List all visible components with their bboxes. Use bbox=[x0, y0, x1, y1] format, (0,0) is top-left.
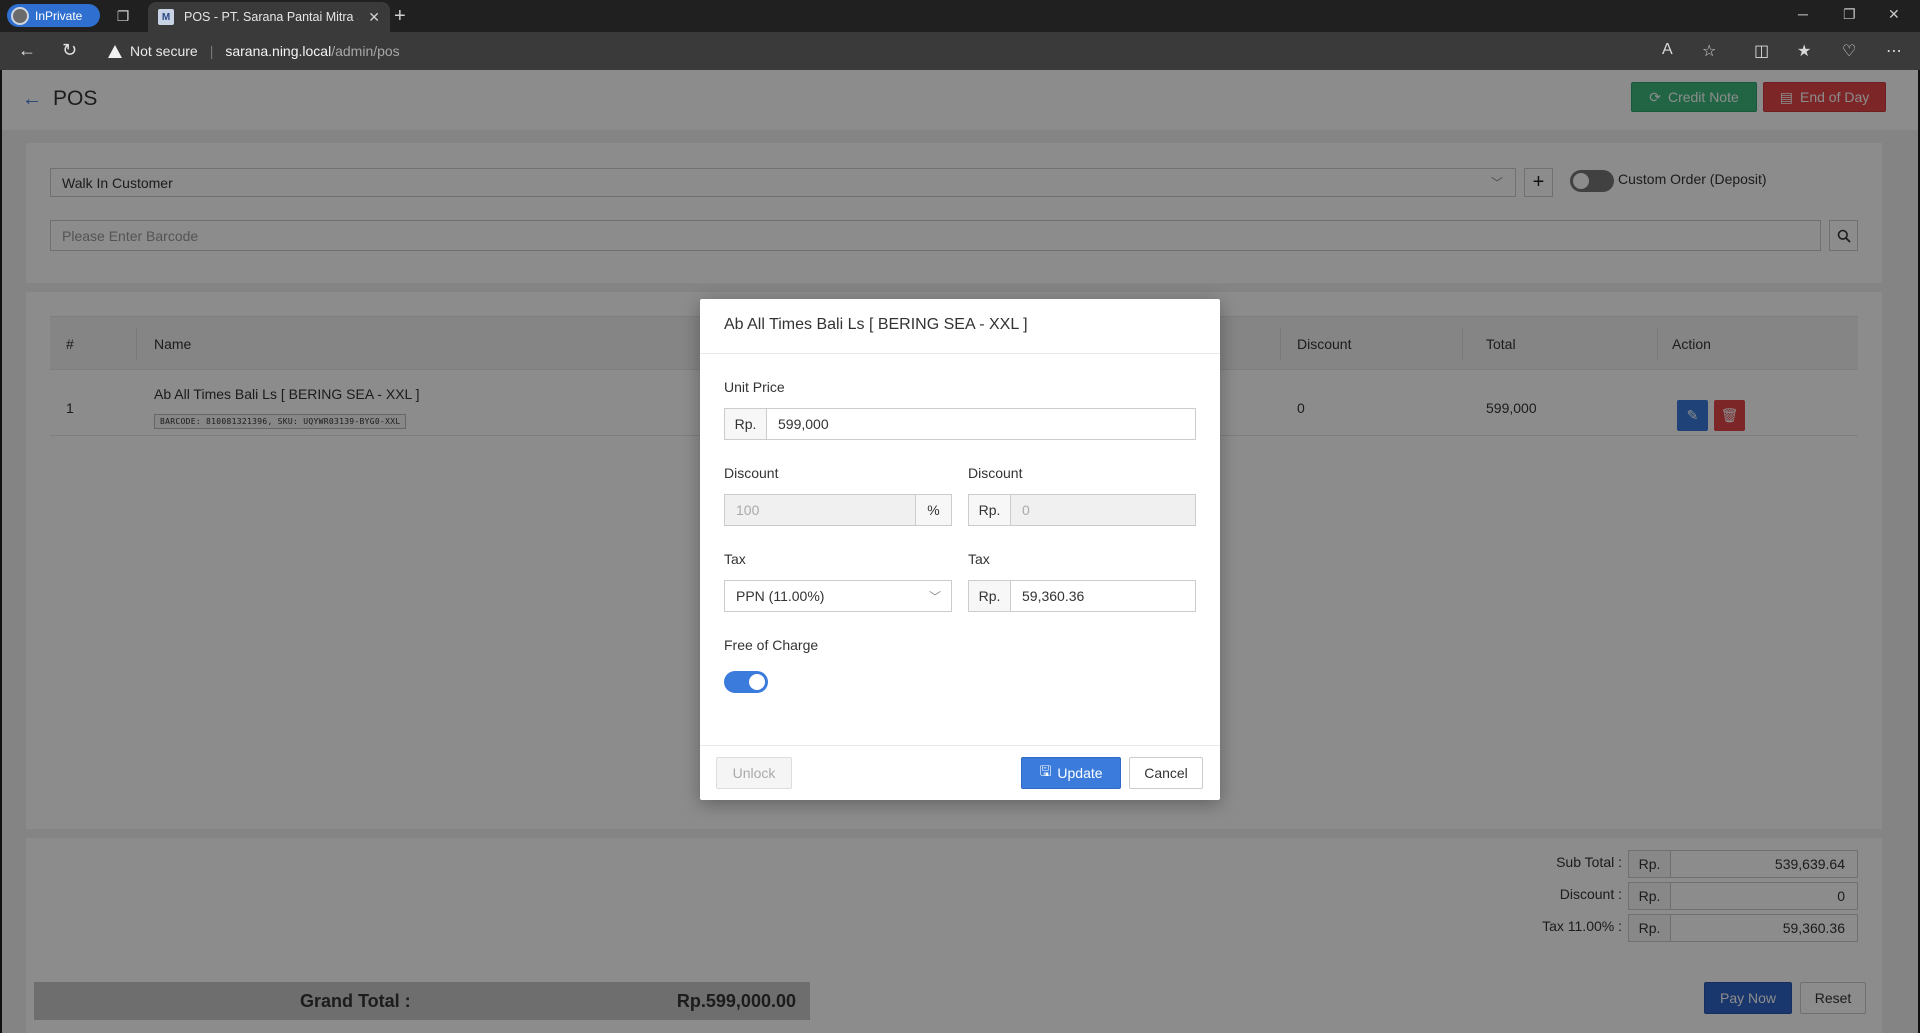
inprivate-label: InPrivate bbox=[35, 8, 83, 23]
discount-amount-group: Rp. bbox=[968, 494, 1196, 526]
read-aloud-icon[interactable]: A bbox=[1662, 41, 1673, 59]
discount-percent-label: Discount bbox=[724, 465, 779, 481]
browser-essentials-icon[interactable]: ♡ bbox=[1842, 41, 1856, 61]
tab-title: POS - PT. Sarana Pantai Mitra Se bbox=[184, 10, 359, 24]
warning-icon bbox=[108, 44, 122, 58]
discount-percent-group: % bbox=[724, 494, 952, 526]
tax-amount-label: Tax bbox=[968, 551, 990, 567]
more-menu-icon[interactable]: ⋯ bbox=[1886, 41, 1902, 61]
window-close-icon[interactable]: ✕ bbox=[1888, 6, 1900, 23]
browser-tab-bar: InPrivate ❐ M POS - PT. Sarana Pantai Mi… bbox=[0, 0, 1920, 32]
chevron-down-icon: ﹀ bbox=[928, 590, 941, 604]
tax-amount-input[interactable] bbox=[1011, 581, 1195, 611]
modal-footer-divider bbox=[700, 745, 1220, 746]
free-of-charge-toggle[interactable] bbox=[724, 671, 768, 693]
favorite-star-icon[interactable]: ☆ bbox=[1702, 41, 1716, 61]
unit-price-input[interactable] bbox=[767, 409, 1195, 439]
free-of-charge-label: Free of Charge bbox=[724, 637, 819, 653]
tab-actions-icon[interactable]: ❐ bbox=[113, 6, 133, 26]
save-icon: 🖫 bbox=[1039, 763, 1052, 779]
tax-type-select[interactable]: PPN (11.00%) ﹀ bbox=[724, 580, 952, 612]
address-bar: ← ↻ Not secure | sarana.ning.local/admin… bbox=[0, 32, 1920, 70]
tax-amount-group: Rp. bbox=[968, 580, 1196, 612]
back-icon[interactable]: ← bbox=[18, 40, 36, 61]
discount-amount-label: Discount bbox=[968, 465, 1023, 481]
tax-type-value: PPN (11.00%) bbox=[736, 588, 825, 604]
url-path: /admin/pos bbox=[331, 43, 400, 59]
discount-percent-input[interactable] bbox=[725, 495, 915, 525]
restore-icon[interactable]: ❐ bbox=[1843, 6, 1856, 23]
site-favicon-icon: M bbox=[158, 9, 174, 25]
active-tab[interactable]: M POS - PT. Sarana Pantai Mitra Se ✕ bbox=[148, 2, 390, 32]
not-secure-label: Not secure bbox=[130, 43, 198, 59]
split-screen-icon[interactable]: ◫ bbox=[1754, 41, 1769, 61]
unit-price-prefix: Rp. bbox=[725, 409, 767, 439]
tax-amount-prefix: Rp. bbox=[969, 581, 1011, 611]
unlock-button[interactable]: Unlock bbox=[716, 757, 792, 789]
refresh-icon[interactable]: ↻ bbox=[62, 40, 77, 61]
url-box[interactable]: Not secure | sarana.ning.local/admin/pos bbox=[108, 36, 1648, 66]
url-separator: | bbox=[209, 43, 214, 59]
unit-price-label: Unit Price bbox=[724, 379, 785, 395]
inprivate-badge[interactable]: InPrivate bbox=[7, 4, 100, 27]
new-tab-icon[interactable]: + bbox=[394, 5, 406, 28]
minimize-icon[interactable]: ─ bbox=[1798, 6, 1808, 22]
unit-price-group: Rp. bbox=[724, 408, 1196, 440]
percent-suffix: % bbox=[915, 495, 951, 525]
discount-amount-prefix: Rp. bbox=[969, 495, 1011, 525]
update-label: Update bbox=[1057, 765, 1103, 781]
discount-amount-input[interactable] bbox=[1011, 495, 1195, 525]
edit-item-modal: Ab All Times Bali Ls [ BERING SEA - XXL … bbox=[700, 299, 1220, 800]
url-host: sarana.ning.local bbox=[225, 43, 332, 59]
tab-close-icon[interactable]: ✕ bbox=[368, 9, 380, 26]
modal-header-divider bbox=[700, 353, 1220, 354]
modal-title: Ab All Times Bali Ls [ BERING SEA - XXL … bbox=[724, 316, 1028, 333]
profile-avatar-icon bbox=[11, 6, 29, 25]
tax-type-label: Tax bbox=[724, 551, 746, 567]
update-button[interactable]: 🖫 Update bbox=[1021, 757, 1121, 789]
favorites-icon[interactable]: ★ bbox=[1797, 41, 1811, 61]
cancel-button[interactable]: Cancel bbox=[1129, 757, 1203, 789]
